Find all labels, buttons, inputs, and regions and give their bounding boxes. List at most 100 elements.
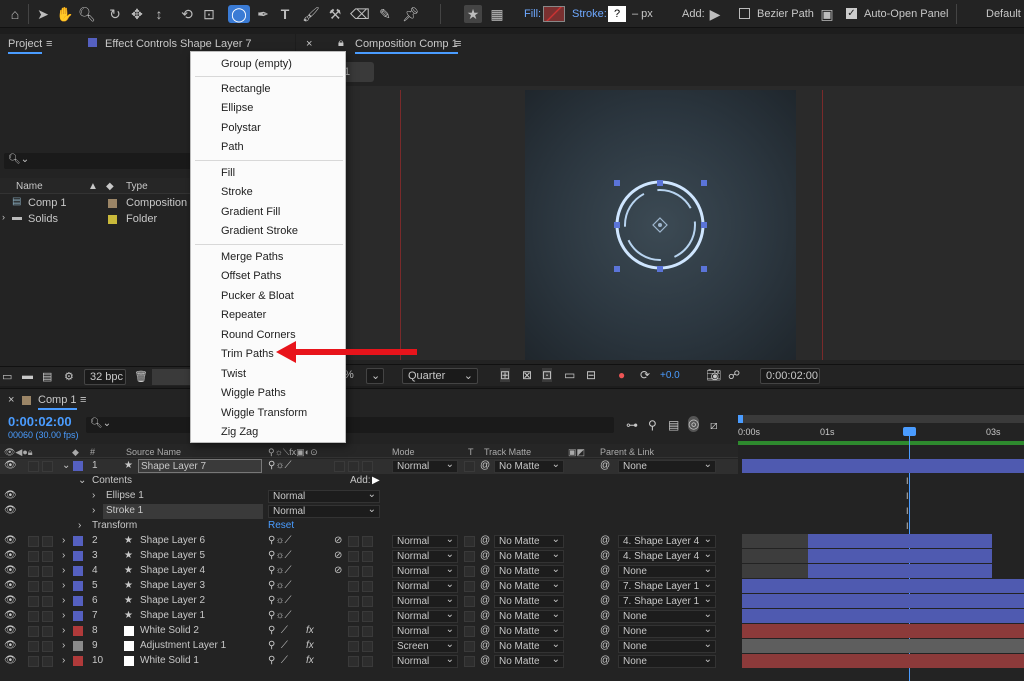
preserve-transparency-switch[interactable] (464, 566, 475, 577)
solo-switch[interactable] (28, 581, 39, 592)
transparency-grid-icon[interactable]: ⊠ (522, 368, 532, 382)
track-matte-dropdown[interactable]: No Matte (494, 594, 564, 608)
parent-pickwhip-icon[interactable]: @ (600, 625, 610, 636)
bounding-handle[interactable] (614, 222, 620, 228)
shape-group-row[interactable]: 👁︎ › Stroke 1 Normal (0, 504, 738, 519)
fx-icon[interactable]: fx (306, 655, 314, 666)
tab-composition[interactable]: Composition Comp 1 (355, 38, 458, 54)
lock-switch[interactable] (42, 596, 53, 607)
blend-mode-dropdown[interactable]: Normal (268, 504, 380, 518)
layer-switches-icon[interactable]: ⚲☼⟋ (268, 535, 292, 546)
layer-switches-icon[interactable]: ⚲ ⟋ (268, 640, 288, 651)
parent-dropdown[interactable]: 7. Shape Layer 1 (618, 579, 716, 593)
keyframe-marker-icon[interactable]: I (906, 476, 909, 486)
chevron-right-icon[interactable]: › (62, 610, 65, 621)
menu-item-gradient-stroke[interactable]: Gradient Stroke (221, 225, 298, 237)
pickwhip-icon[interactable]: @ (480, 610, 490, 621)
fill-swatch[interactable] (543, 6, 565, 22)
chevron-down-icon[interactable]: ⌄ (62, 460, 70, 471)
eye-icon[interactable]: 👁︎ (4, 655, 17, 666)
motion-blur-switch-icon[interactable]: ⊘ (334, 535, 342, 546)
exposure-value[interactable]: +0.0 (660, 370, 680, 381)
tab-effect-controls[interactable]: Effect Controls Shape Layer 7 (105, 38, 252, 50)
switch-box[interactable] (362, 566, 373, 577)
switch-box[interactable] (362, 641, 373, 652)
lock-icon[interactable]: 🔒︎ (338, 37, 344, 50)
menu-item-wiggle-paths[interactable]: Wiggle Paths (221, 387, 286, 399)
menu-item-path[interactable]: Path (221, 141, 244, 153)
switch-box[interactable] (348, 626, 359, 637)
layer-row[interactable]: 👁︎ › 2 ★ Shape Layer 6 ⚲☼⟋ ⊘ Normal @ No Matte @4.… (0, 534, 738, 549)
pickwhip-icon[interactable]: @ (480, 655, 490, 666)
bounding-handle[interactable] (701, 180, 707, 186)
switch-box[interactable] (362, 626, 373, 637)
layer-duration-bar[interactable] (742, 564, 808, 578)
track-matte-dropdown[interactable]: No Matte (494, 624, 564, 638)
grid-guides-icon[interactable]: ⊟ (586, 368, 596, 382)
eye-icon[interactable]: 👁︎ (4, 505, 17, 516)
new-folder-icon[interactable]: ▬ (22, 370, 33, 382)
label-color-chip[interactable] (73, 656, 83, 666)
add-play-icon[interactable]: ▶ (372, 475, 380, 486)
tab-project[interactable]: Project (8, 38, 43, 54)
parent-pickwhip-icon[interactable]: @ (600, 565, 610, 576)
motion-blur-switch-icon[interactable]: ⊘ (334, 550, 342, 561)
layer-name-field[interactable]: Shape Layer 7 (138, 459, 262, 473)
label-color-chip[interactable] (73, 626, 83, 636)
mode-dropdown[interactable]: Normal (392, 594, 458, 608)
bounding-handle[interactable] (614, 266, 620, 272)
mode-dropdown[interactable]: Normal (392, 624, 458, 638)
ring-shape[interactable] (605, 170, 715, 280)
parent-dropdown[interactable]: None (618, 459, 716, 473)
zoom-tool-icon[interactable]: 🔍︎ (78, 5, 96, 23)
roto-brush-tool-icon[interactable]: ✎ (376, 5, 394, 23)
menu-item-merge-paths[interactable]: Merge Paths (221, 251, 283, 263)
bounding-handle[interactable] (614, 180, 620, 186)
reset-exposure-icon[interactable]: ⟳ (640, 368, 650, 382)
layer-name[interactable]: Shape Layer 1 (140, 610, 205, 621)
layer-row[interactable]: 👁︎ › 6 ★ Shape Layer 2 ⚲☼⟋ Normal @ No Matte @7. … (0, 594, 738, 609)
layer-name[interactable]: Adjustment Layer 1 (140, 640, 226, 651)
chevron-right-icon[interactable]: › (62, 640, 65, 651)
preserve-transparency-switch[interactable] (464, 536, 475, 547)
auto-open-panel-checkbox[interactable]: ✓ (846, 8, 857, 19)
mode-dropdown[interactable]: Normal (392, 564, 458, 578)
lock-switch[interactable] (42, 461, 53, 472)
layer-name[interactable]: White Solid 1 (140, 655, 199, 666)
label-color-chip[interactable] (73, 536, 83, 546)
puppet-tool-icon[interactable]: 📌︎ (402, 5, 420, 23)
home-icon[interactable]: ⌂ (6, 5, 24, 23)
menu-item-rectangle[interactable]: Rectangle (221, 83, 271, 95)
parent-pickwhip-icon[interactable]: @ (600, 535, 610, 546)
layer-row[interactable]: 👁︎ › 4 ★ Shape Layer 4 ⚲☼⟋ ⊘ Normal @ No Matte @ No… (0, 564, 738, 579)
tab-timeline-comp[interactable]: Comp 1 (38, 394, 77, 410)
lock-switch[interactable] (42, 581, 53, 592)
mode-dropdown[interactable]: Normal (392, 549, 458, 563)
solo-switch[interactable] (28, 611, 39, 622)
pickwhip-icon[interactable]: @ (480, 640, 490, 651)
mode-dropdown[interactable]: Normal (392, 459, 458, 473)
lock-switch[interactable] (42, 626, 53, 637)
new-composition-icon[interactable]: ▤ (42, 370, 52, 383)
switch-box[interactable] (348, 566, 359, 577)
mask-visibility-icon[interactable]: ⊡ (542, 368, 553, 382)
parent-pickwhip-icon[interactable]: @ (600, 610, 610, 621)
track-matte-dropdown[interactable]: No Matte (494, 639, 564, 653)
chevron-right-icon[interactable]: › (78, 520, 81, 531)
eye-icon[interactable]: 👁︎ (4, 610, 17, 621)
solo-switch[interactable] (28, 566, 39, 577)
mode-dropdown[interactable]: Normal (392, 654, 458, 668)
menu-item-round-corners[interactable]: Round Corners (221, 329, 296, 341)
switch-box[interactable] (362, 536, 373, 547)
frame-blending-icon[interactable]: ▤ (668, 418, 679, 432)
bounding-handle[interactable] (701, 266, 707, 272)
layer-duration-bar[interactable] (742, 624, 1024, 638)
label-color-chip[interactable] (73, 581, 83, 591)
tab-project-menu-icon[interactable]: ≡ (46, 38, 52, 50)
col-parent-link[interactable]: Parent & Link (600, 447, 654, 457)
layer-duration-bar[interactable] (742, 534, 808, 548)
pen-tool-icon[interactable]: ✒ (254, 5, 272, 23)
switch-box[interactable] (348, 551, 359, 562)
label-color-chip[interactable] (73, 596, 83, 606)
parent-pickwhip-icon[interactable]: @ (600, 580, 610, 591)
